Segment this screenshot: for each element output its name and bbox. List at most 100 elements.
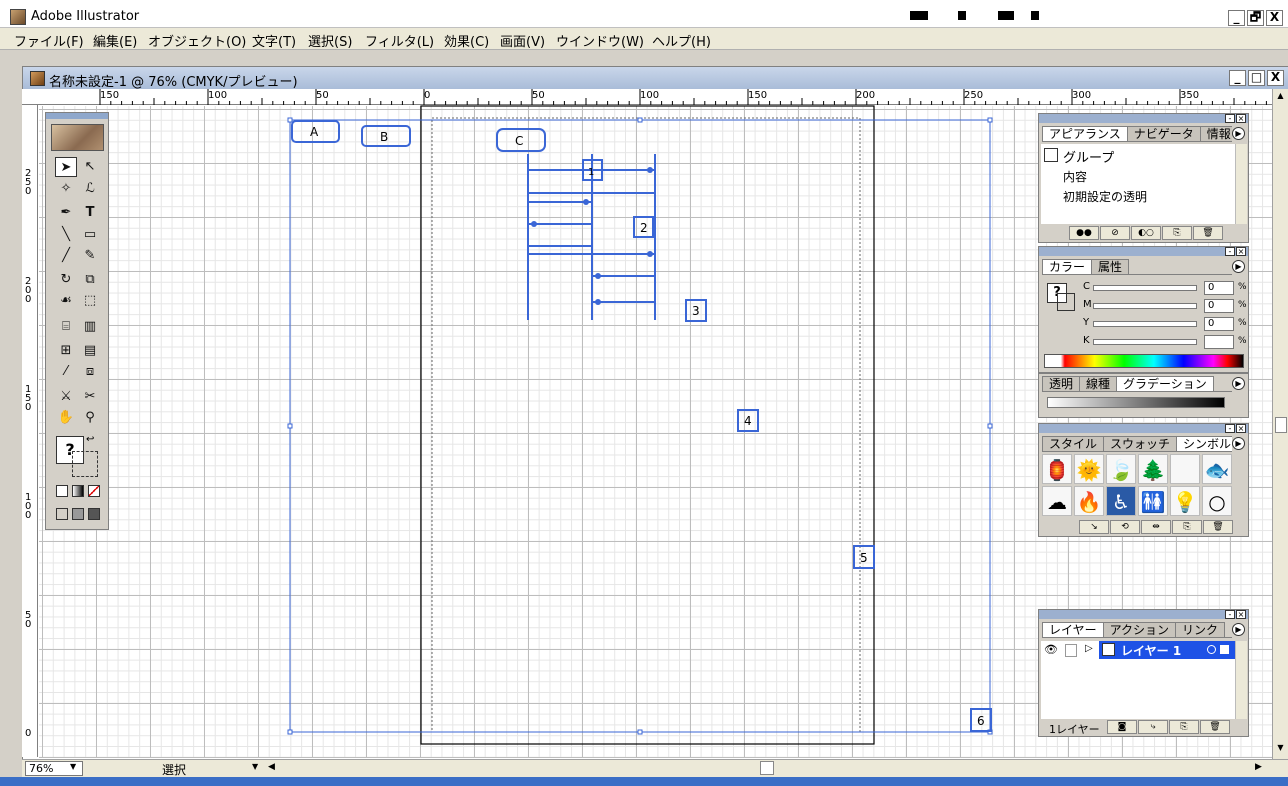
bbox-handle[interactable] bbox=[287, 729, 293, 735]
tab-navigator[interactable]: ナビゲータ bbox=[1126, 126, 1201, 141]
panel-minimize-icon[interactable]: - bbox=[1225, 424, 1235, 433]
scroll-thumb[interactable] bbox=[1275, 417, 1287, 433]
appearance-scrollbar[interactable] bbox=[1235, 144, 1247, 224]
panel-close-icon[interactable]: × bbox=[1236, 114, 1246, 123]
new-sublayer-icon[interactable]: ⤷ bbox=[1138, 720, 1168, 734]
panel-close-icon[interactable]: × bbox=[1236, 247, 1246, 256]
magic-wand-tool-icon[interactable]: ✧ bbox=[55, 179, 77, 199]
warp-tool-icon[interactable]: ☙ bbox=[55, 291, 77, 311]
panel-minimize-icon[interactable]: - bbox=[1225, 610, 1235, 619]
panel-titlebar[interactable] bbox=[1039, 247, 1248, 256]
channel-c-value[interactable]: 0 bbox=[1204, 281, 1234, 295]
symbol-lightbulb-icon[interactable]: 💡 bbox=[1170, 486, 1200, 516]
delete-layer-icon[interactable]: 🗑 bbox=[1200, 720, 1230, 734]
panel-titlebar[interactable] bbox=[1039, 610, 1248, 619]
duplicate-item-icon[interactable]: ⎘ bbox=[1162, 226, 1192, 240]
panel-menu-icon[interactable]: ▶ bbox=[1232, 260, 1245, 273]
status-dropdown-icon[interactable]: ▼ bbox=[252, 762, 258, 771]
scroll-down-arrow-icon[interactable]: ▼ bbox=[1274, 743, 1287, 755]
gradient-slider[interactable] bbox=[1047, 397, 1225, 408]
blend-tool-icon[interactable]: ⧈ bbox=[79, 362, 101, 382]
symbol-wheelchair-icon[interactable]: ♿ bbox=[1106, 486, 1136, 516]
clear-appearance-icon[interactable]: ⊘ bbox=[1100, 226, 1130, 240]
scroll-right-arrow-icon[interactable]: ▶ bbox=[1255, 762, 1262, 772]
toolbox-logo[interactable] bbox=[51, 124, 104, 151]
tab-layers[interactable]: レイヤー bbox=[1042, 622, 1104, 637]
channel-k-value[interactable] bbox=[1204, 335, 1234, 349]
hand-tool-icon[interactable]: ✋ bbox=[55, 408, 77, 428]
hscroll-thumb[interactable] bbox=[760, 761, 774, 775]
vertical-scrollbar[interactable]: ▲ ▼ bbox=[1272, 89, 1288, 759]
free-transform-tool-icon[interactable]: ⬚ bbox=[79, 291, 101, 311]
appearance-item[interactable]: 初期設定の透明 bbox=[1063, 188, 1147, 205]
screen-mode-standard-icon[interactable] bbox=[56, 508, 68, 520]
symbol-tree-icon[interactable]: 🌲 bbox=[1138, 454, 1168, 484]
symbol-fish-icon[interactable]: 🐟 bbox=[1202, 454, 1232, 484]
visibility-eye-icon[interactable]: 👁 bbox=[1044, 643, 1058, 656]
toolbox-handle[interactable] bbox=[46, 113, 108, 119]
channel-y-slider[interactable] bbox=[1093, 321, 1197, 327]
bbox-handle[interactable] bbox=[287, 117, 293, 123]
eyedropper-tool-icon[interactable]: ⁄ bbox=[55, 362, 77, 382]
channel-k-slider[interactable] bbox=[1093, 339, 1197, 345]
symbol-lantern-icon[interactable]: 🏮 bbox=[1042, 454, 1072, 484]
tab-appearance[interactable]: アピアランス bbox=[1042, 126, 1128, 141]
lasso-tool-icon[interactable]: ℒ bbox=[79, 179, 101, 199]
delete-item-icon[interactable]: 🗑 bbox=[1193, 226, 1223, 240]
gradient-mode-icon[interactable] bbox=[72, 485, 84, 497]
slice-tool-icon[interactable]: ⚔ bbox=[55, 387, 77, 407]
gradient-tool-icon[interactable]: ▤ bbox=[79, 341, 101, 361]
panel-minimize-icon[interactable]: - bbox=[1225, 114, 1235, 123]
symbol-sun-icon[interactable]: 🌞 bbox=[1074, 454, 1104, 484]
color-stroke-swatch[interactable] bbox=[1057, 293, 1075, 311]
selection-tool-icon[interactable]: ➤ bbox=[55, 157, 77, 177]
target-indicator-icon[interactable] bbox=[1207, 645, 1216, 654]
tab-actions[interactable]: アクション bbox=[1102, 622, 1177, 637]
panel-menu-icon[interactable]: ▶ bbox=[1232, 127, 1245, 140]
panel-menu-icon[interactable]: ▶ bbox=[1232, 377, 1245, 390]
tab-stroke[interactable]: 線種 bbox=[1079, 376, 1118, 391]
pencil-tool-icon[interactable]: ✎ bbox=[79, 246, 101, 266]
scroll-left-arrow-icon[interactable]: ◀ bbox=[268, 762, 275, 772]
channel-y-value[interactable]: 0 bbox=[1204, 317, 1234, 331]
make-clipping-mask-icon[interactable]: ◙ bbox=[1107, 720, 1137, 734]
screen-mode-menu-icon[interactable] bbox=[72, 508, 84, 520]
tab-info[interactable]: 情報 bbox=[1199, 126, 1232, 141]
rotate-tool-icon[interactable]: ↻ bbox=[55, 270, 77, 290]
bbox-handle[interactable] bbox=[287, 423, 293, 429]
expand-triangle-icon[interactable]: ▷ bbox=[1085, 643, 1093, 654]
place-symbol-icon[interactable]: ↘ bbox=[1079, 520, 1109, 534]
channel-m-slider[interactable] bbox=[1093, 303, 1197, 309]
new-art-basic-icon[interactable]: ●● bbox=[1069, 226, 1099, 240]
bbox-handle[interactable] bbox=[987, 423, 993, 429]
tab-symbols[interactable]: シンボル bbox=[1176, 436, 1232, 451]
mesh-tool-icon[interactable]: ⊞ bbox=[55, 341, 77, 361]
channel-m-value[interactable]: 0 bbox=[1204, 299, 1234, 313]
symbol-restroom-icon[interactable]: 🚻 bbox=[1138, 486, 1168, 516]
tab-swatches[interactable]: スウォッチ bbox=[1103, 436, 1178, 451]
direct-selection-tool-icon[interactable]: ↖ bbox=[79, 157, 101, 177]
stroke-swatch[interactable] bbox=[72, 451, 98, 477]
tab-color[interactable]: カラー bbox=[1042, 259, 1093, 274]
panel-menu-icon[interactable]: ▶ bbox=[1232, 437, 1245, 450]
symbol-leaf-icon[interactable]: 🍃 bbox=[1106, 454, 1136, 484]
panel-titlebar[interactable] bbox=[1039, 424, 1248, 433]
color-mode-icon[interactable] bbox=[56, 485, 68, 497]
symbol-blank-icon[interactable] bbox=[1170, 454, 1200, 484]
zoom-tool-icon[interactable]: ⚲ bbox=[79, 408, 101, 428]
rectangle-tool-icon[interactable]: ▭ bbox=[79, 225, 101, 245]
selection-indicator-icon[interactable] bbox=[1220, 645, 1229, 654]
lock-toggle[interactable] bbox=[1065, 644, 1077, 657]
status-mode[interactable]: 選択 bbox=[88, 761, 260, 777]
panel-titlebar[interactable] bbox=[1039, 114, 1248, 123]
layer-name[interactable]: レイヤー 1 bbox=[1121, 642, 1181, 659]
tab-gradient[interactable]: グラデーション bbox=[1116, 376, 1214, 391]
bbox-handle[interactable] bbox=[637, 729, 643, 735]
replace-symbol-icon[interactable]: ⟲ bbox=[1110, 520, 1140, 534]
appearance-item[interactable]: 内容 bbox=[1063, 168, 1087, 185]
type-tool-icon[interactable]: T bbox=[79, 203, 101, 223]
screen-mode-full-icon[interactable] bbox=[88, 508, 100, 520]
panel-close-icon[interactable]: × bbox=[1236, 424, 1246, 433]
line-tool-icon[interactable]: ╲ bbox=[55, 225, 77, 245]
tab-links[interactable]: リンク bbox=[1175, 622, 1226, 637]
